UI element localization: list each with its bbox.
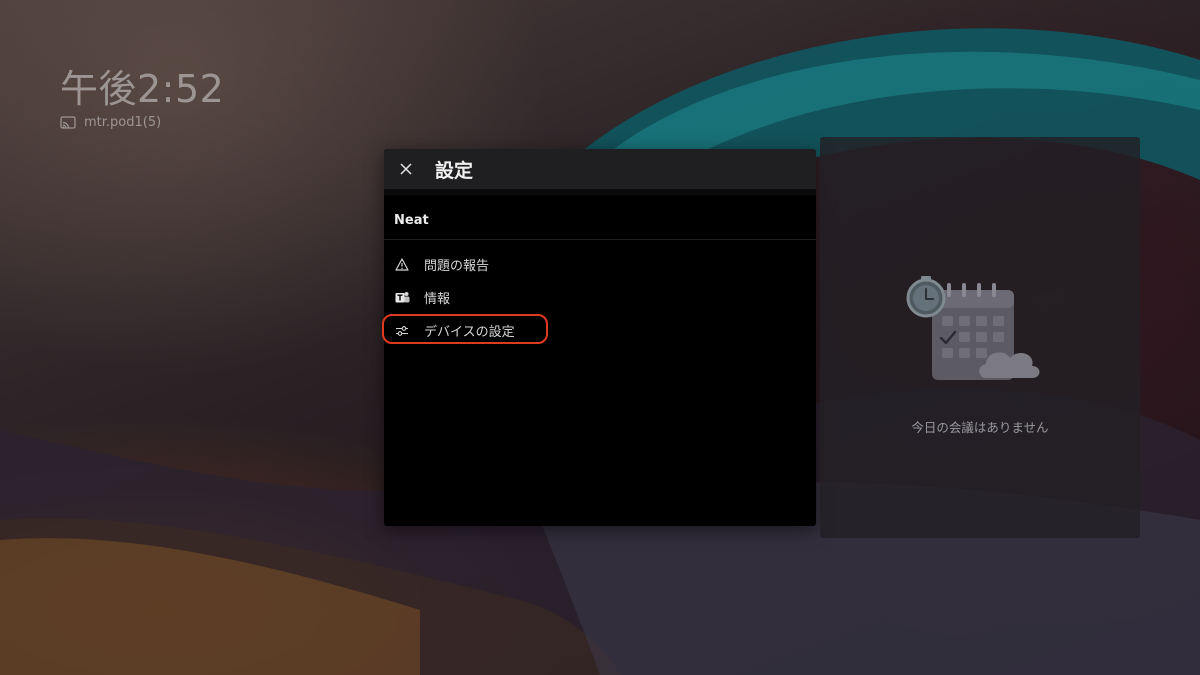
close-button[interactable] [384,149,428,189]
settings-header: 設定 [384,149,816,195]
room-name: mtr.pod1(5) [60,115,161,130]
menu-item-device-settings[interactable]: デバイスの設定 [384,314,816,347]
menu-item-label: 問題の報告 [424,259,490,274]
menu-item-about[interactable]: 情報 [384,281,816,314]
no-meetings-message: 今日の会議はありません [911,420,1049,435]
menu-item-label: デバイスの設定 [424,325,515,340]
sliders-icon [394,323,410,339]
empty-calendar-icon [904,270,1056,389]
warning-icon [394,257,410,273]
section-label-neat: Neat [384,195,816,240]
cast-icon [60,115,76,130]
menu-item-report-issue[interactable]: 問題の報告 [384,248,816,281]
home-screen: 午後2:52 mtr.pod1(5) 設定 Neat 問題の報告 情報 デバイス… [0,0,1200,675]
teams-icon [394,290,410,306]
close-icon [400,163,412,175]
menu-item-label: 情報 [424,292,451,307]
settings-menu: 問題の報告 情報 デバイスの設定 [384,240,816,347]
clock-time: 午後2:52 [60,67,225,111]
room-name-label: mtr.pod1(5) [84,115,162,130]
calendar-panel: 今日の会議はありません [820,137,1140,538]
settings-panel: 設定 Neat 問題の報告 情報 デバイスの設定 [384,149,816,526]
settings-title: 設定 [435,159,474,182]
